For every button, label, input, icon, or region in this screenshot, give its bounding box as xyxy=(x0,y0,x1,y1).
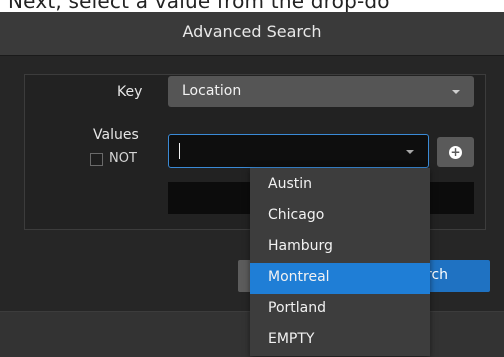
dropdown-option-montreal[interactable]: Montreal xyxy=(250,263,430,294)
key-select-value: Location xyxy=(182,83,242,99)
dropdown-option-hamburg[interactable]: Hamburg xyxy=(250,232,430,263)
not-checkbox[interactable] xyxy=(90,153,103,166)
plus-circle-icon: + xyxy=(449,145,462,159)
instruction-text: Next, select a value from the drop-do xyxy=(8,0,390,12)
dialog-title: Advanced Search xyxy=(182,22,322,41)
dropdown-option-portland[interactable]: Portland xyxy=(250,294,430,325)
values-label: Values xyxy=(93,127,139,143)
chevron-down-icon xyxy=(452,90,460,94)
dropdown-option-austin[interactable]: Austin xyxy=(250,170,430,201)
values-select-input[interactable] xyxy=(168,134,429,168)
dropdown-option-chicago[interactable]: Chicago xyxy=(250,201,430,232)
dropdown-option-empty[interactable]: EMPTY xyxy=(250,325,430,356)
add-value-button[interactable]: + xyxy=(437,137,474,167)
values-dropdown-menu: Austin Chicago Hamburg Montreal Portland… xyxy=(250,168,430,356)
not-label: NOT xyxy=(109,151,137,166)
key-select[interactable]: Location xyxy=(168,76,474,107)
text-cursor xyxy=(179,143,180,159)
key-label: Key xyxy=(117,84,143,100)
chevron-down-icon xyxy=(406,150,414,154)
dialog-header: Advanced Search xyxy=(0,12,504,56)
instruction-text-strip: Next, select a value from the drop-do xyxy=(0,0,504,12)
